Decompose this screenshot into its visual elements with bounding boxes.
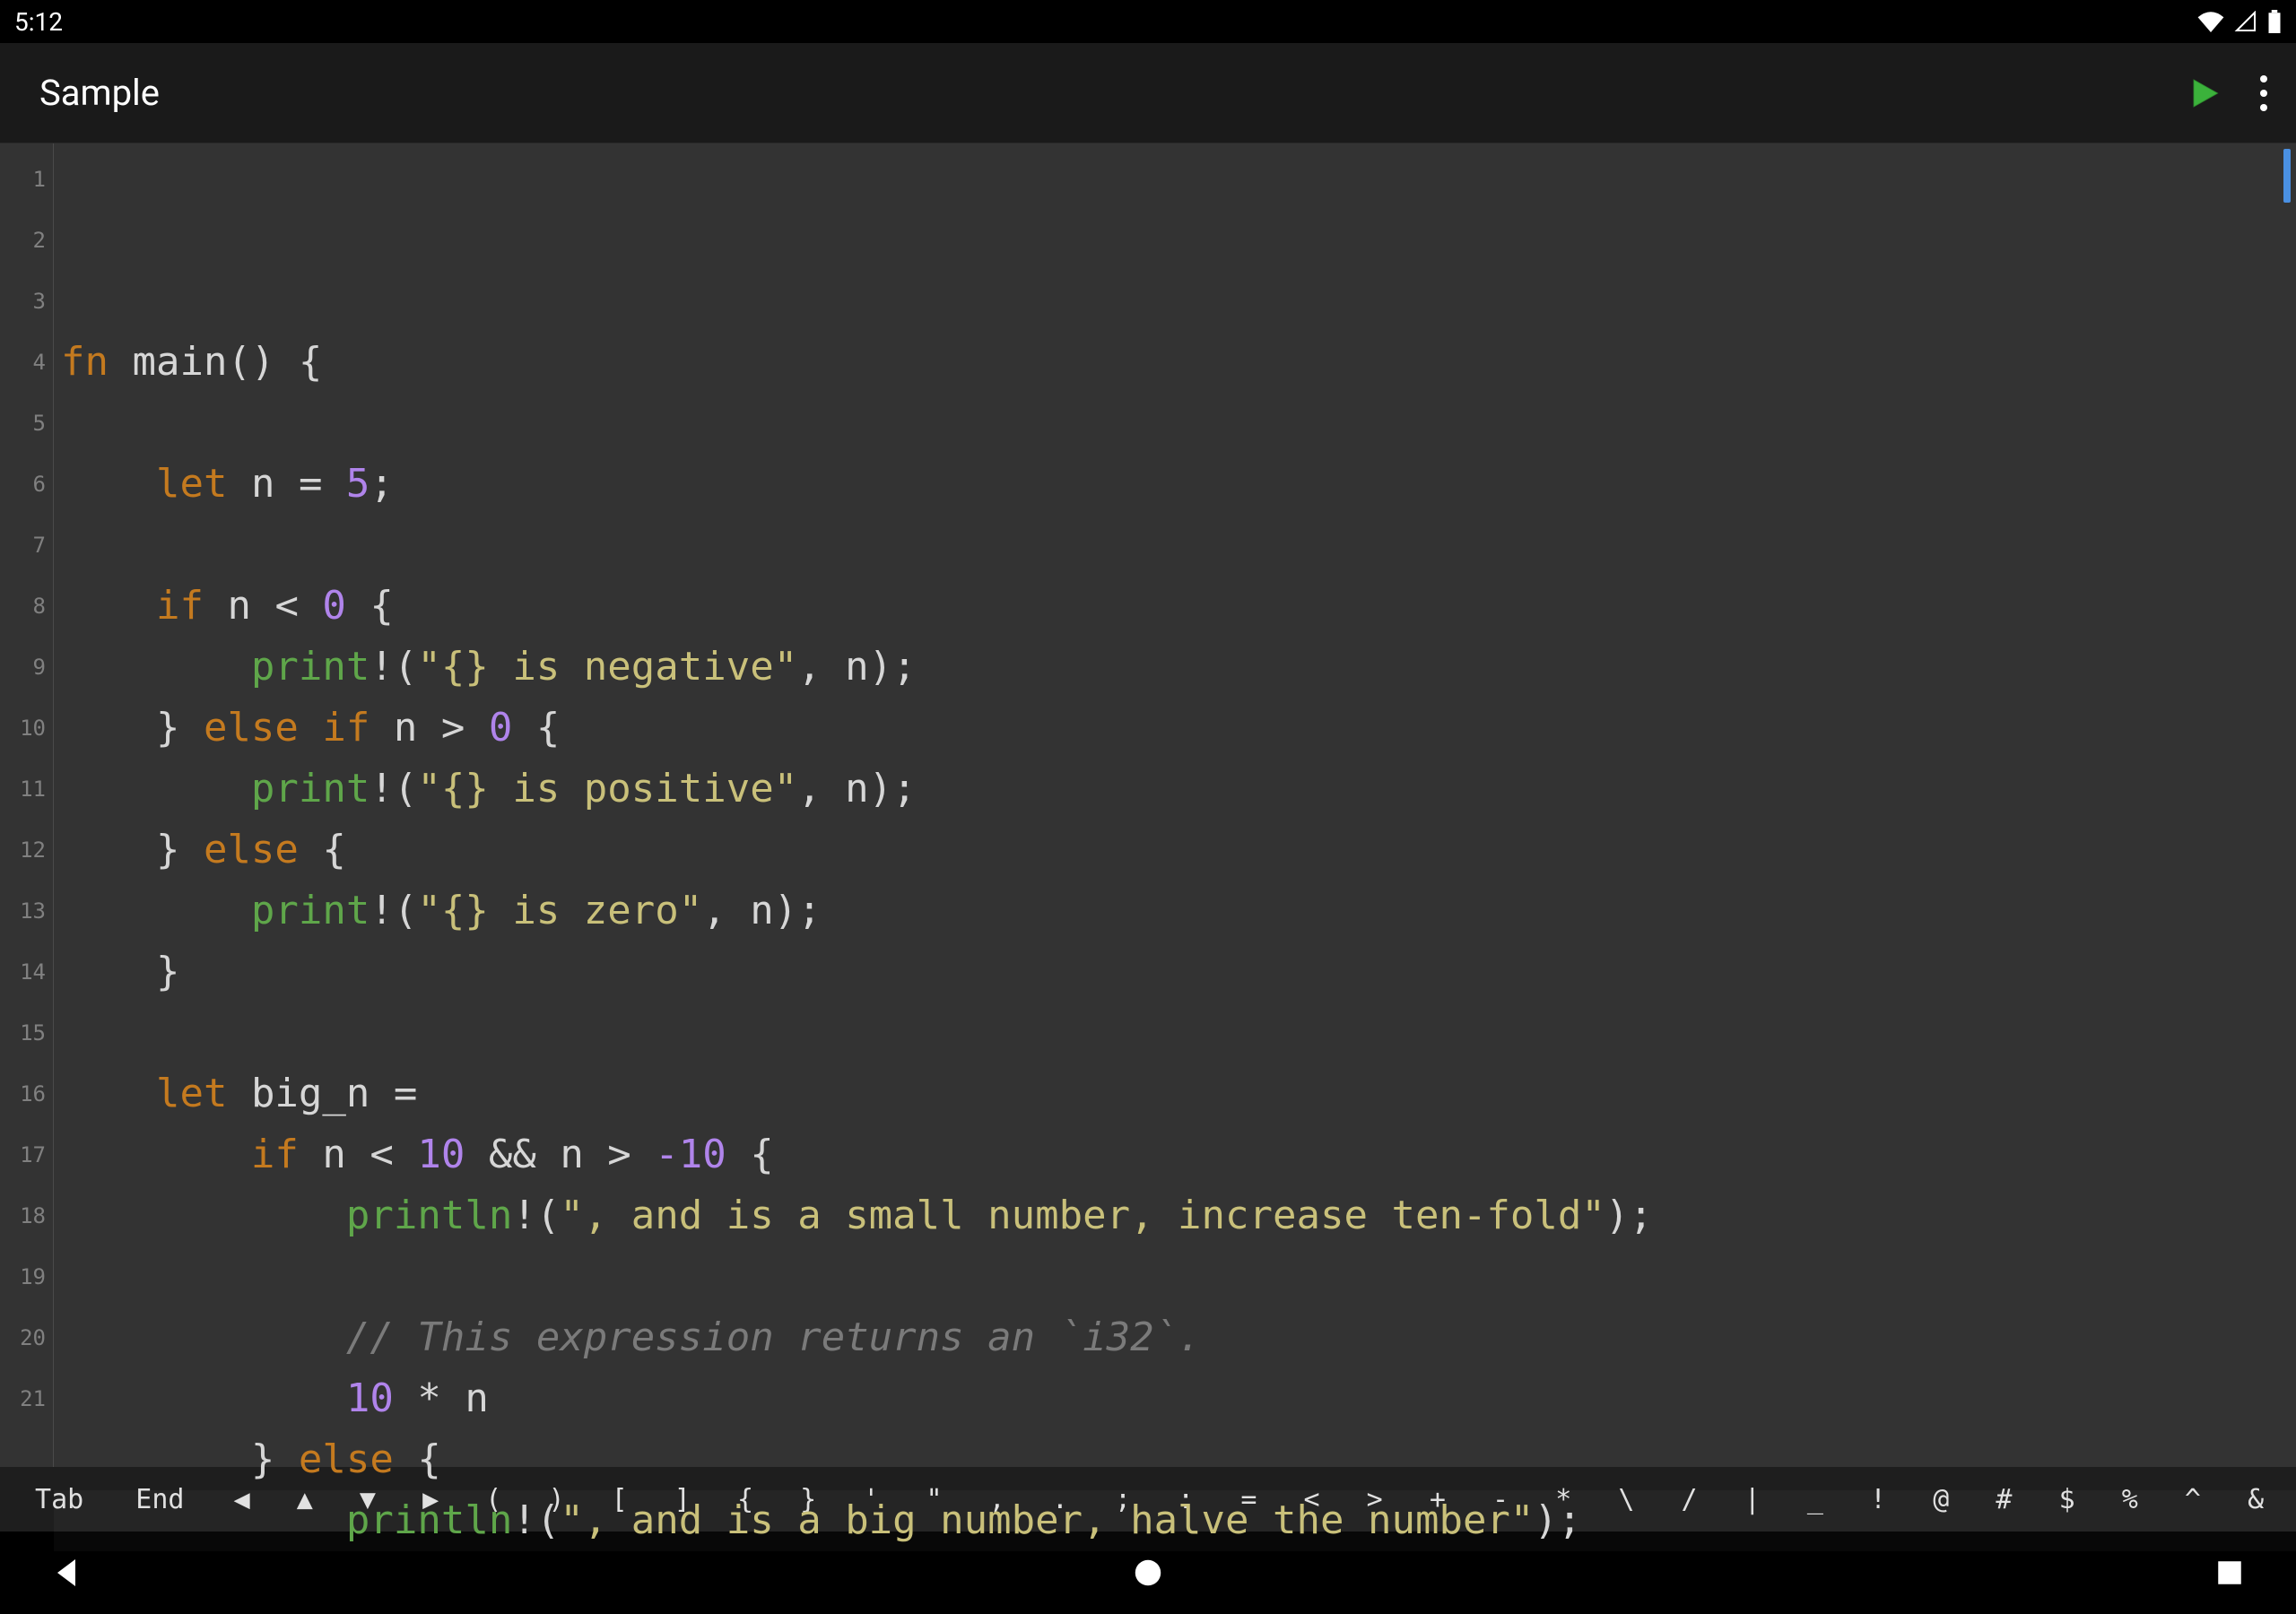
code-area[interactable]: fn main() { let n = 5; if n < 0 { print!… xyxy=(54,143,2296,1467)
line-number: 12 xyxy=(0,820,53,881)
code-line[interactable]: } xyxy=(54,941,2296,1002)
line-number: 13 xyxy=(0,881,53,941)
line-number: 9 xyxy=(0,637,53,698)
status-bar: 5:12 xyxy=(0,0,2296,43)
status-time: 5:12 xyxy=(14,7,63,37)
code-line[interactable]: if n < 10 && n > -10 { xyxy=(54,1124,2296,1185)
line-number: 4 xyxy=(0,332,53,393)
code-line[interactable]: print!("{} is zero", n); xyxy=(54,881,2296,941)
line-number: 3 xyxy=(0,271,53,332)
code-line[interactable] xyxy=(54,1551,2296,1612)
code-line[interactable]: let big_n = xyxy=(54,1063,2296,1124)
code-line[interactable]: println!(", and is a small number, incre… xyxy=(54,1185,2296,1246)
line-number: 18 xyxy=(0,1185,53,1246)
code-line[interactable]: print!("{} is positive", n); xyxy=(54,759,2296,820)
code-line[interactable]: } else { xyxy=(54,820,2296,881)
app-title: Sample xyxy=(39,72,160,114)
code-line[interactable]: let n = 5; xyxy=(54,454,2296,515)
line-number: 15 xyxy=(0,1002,53,1063)
code-line[interactable] xyxy=(54,1002,2296,1063)
code-line[interactable]: } else { xyxy=(54,1429,2296,1490)
code-line[interactable] xyxy=(54,393,2296,454)
wifi-icon xyxy=(2197,11,2224,32)
code-line[interactable]: fn main() { xyxy=(54,332,2296,393)
code-line[interactable]: // This expression returns an `i32`. xyxy=(54,1307,2296,1368)
line-number: 5 xyxy=(0,393,53,454)
line-number: 20 xyxy=(0,1307,53,1368)
code-line[interactable]: 10 * n xyxy=(54,1368,2296,1429)
line-number: 1 xyxy=(0,149,53,210)
code-line[interactable]: print!("{} is negative", n); xyxy=(54,637,2296,698)
line-number: 11 xyxy=(0,759,53,820)
line-number: 6 xyxy=(0,454,53,515)
line-number: 21 xyxy=(0,1368,53,1429)
code-line[interactable] xyxy=(54,515,2296,576)
line-number: 14 xyxy=(0,941,53,1002)
cursor-indicator xyxy=(2283,149,2291,203)
more-menu-button[interactable] xyxy=(2253,68,2274,118)
line-number: 10 xyxy=(0,698,53,759)
line-number: 7 xyxy=(0,515,53,576)
code-line[interactable]: println!(", and is a big number, halve t… xyxy=(54,1490,2296,1551)
line-number-gutter: 123456789101112131415161718192021 xyxy=(0,143,54,1467)
line-number: 16 xyxy=(0,1063,53,1124)
status-icons xyxy=(2197,10,2282,33)
run-button[interactable] xyxy=(2185,75,2221,111)
app-bar: Sample xyxy=(0,43,2296,143)
signal-icon xyxy=(2233,11,2258,32)
line-number: 19 xyxy=(0,1246,53,1307)
code-line[interactable]: if n < 0 { xyxy=(54,576,2296,637)
code-line[interactable]: } else if n > 0 { xyxy=(54,698,2296,759)
line-number: 8 xyxy=(0,576,53,637)
line-number: 17 xyxy=(0,1124,53,1185)
battery-icon xyxy=(2267,10,2282,33)
code-editor[interactable]: 123456789101112131415161718192021 fn mai… xyxy=(0,143,2296,1467)
line-number: 2 xyxy=(0,210,53,271)
code-line[interactable] xyxy=(54,1246,2296,1307)
